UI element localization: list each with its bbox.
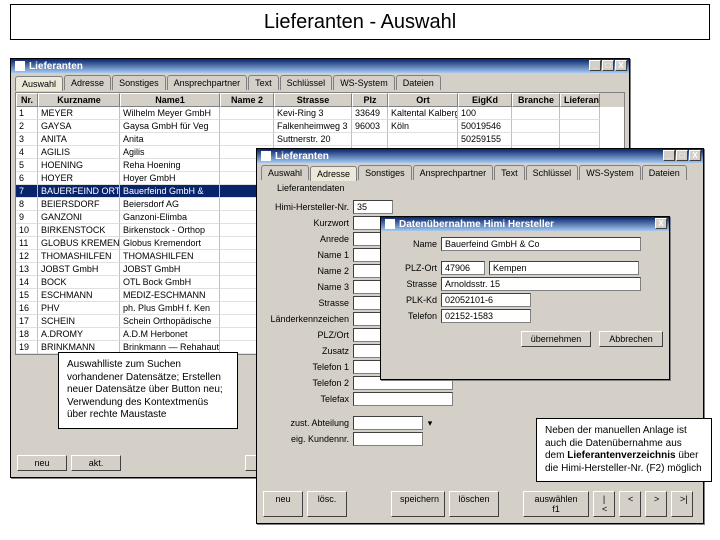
close-icon[interactable]: X xyxy=(689,150,701,161)
minimize-icon[interactable]: _ xyxy=(589,60,601,71)
label-himi-name: Name xyxy=(387,239,437,249)
uebernehmen-button[interactable]: übernehmen xyxy=(521,331,591,347)
first-button[interactable]: |< xyxy=(593,491,615,517)
callout-right-bold: Lieferantenverzeichnis xyxy=(567,450,675,461)
input-himi[interactable]: 35 xyxy=(353,200,393,214)
col-name1[interactable]: Name1 xyxy=(120,93,220,107)
label-strasse: Strasse xyxy=(263,298,349,308)
tab-dateien[interactable]: Dateien xyxy=(396,75,441,90)
label-zusatz: Zusatz xyxy=(263,346,349,356)
label-name1: Name 1 xyxy=(263,250,349,260)
col-nr[interactable]: Nr. xyxy=(16,93,38,107)
save-button[interactable]: speichern xyxy=(391,491,445,517)
label-zustabt: zust. Abteilung xyxy=(263,418,349,428)
col-lieferante[interactable]: Lieferante xyxy=(560,93,600,107)
col-branche[interactable]: Branche xyxy=(512,93,560,107)
tab-adresse[interactable]: Adresse xyxy=(310,166,357,181)
callout-left: Auswahlliste zum Suchen vorhandener Date… xyxy=(58,352,238,429)
tab-ansprechpartner[interactable]: Ansprechpartner xyxy=(413,165,494,180)
table-row[interactable]: 2GAYSAGaysa GmbH für VegFalkenheimweg 39… xyxy=(16,120,624,133)
tab-sonstiges[interactable]: Sonstiges xyxy=(358,165,412,180)
prev-button[interactable]: < xyxy=(619,491,641,517)
label-himi-tel: Telefon xyxy=(387,311,437,321)
app-icon xyxy=(15,61,25,71)
label-tel1: Telefon 1 xyxy=(263,362,349,372)
titlebar-list: Lieferanten _ □ X xyxy=(11,59,629,73)
col-eigkd[interactable]: EigKd xyxy=(458,93,512,107)
minimize-icon[interactable]: _ xyxy=(663,150,675,161)
label-himi-plkd: PLK-Kd xyxy=(387,295,437,305)
input-fax[interactable] xyxy=(353,392,453,406)
groupbox-label: Lieferantendaten xyxy=(277,183,345,193)
input-himi-plkd[interactable]: 02052101-6 xyxy=(441,293,531,307)
callout-right: Neben der manuellen Anlage ist auch die … xyxy=(536,418,712,482)
tab-adresse[interactable]: Adresse xyxy=(64,75,111,90)
dropdown-icon[interactable]: ▾ xyxy=(427,418,433,429)
label-name3: Name 3 xyxy=(263,282,349,292)
tab-sonstiges[interactable]: Sonstiges xyxy=(112,75,166,90)
label-land: Länderkennzeichen xyxy=(263,314,349,324)
col-strasse[interactable]: Strasse xyxy=(274,93,352,107)
label-fax: Telefax xyxy=(263,394,349,404)
page-title: Lieferanten - Auswahl xyxy=(10,4,710,40)
tab-wssystem[interactable]: WS-System xyxy=(333,75,395,90)
input-zustabt[interactable] xyxy=(353,416,423,430)
titlebar-form: Lieferanten _ □ X xyxy=(257,149,703,163)
titlebar-himi: Datenübernahme Himi Hersteller X xyxy=(381,217,669,231)
abbrechen-button[interactable]: Abbrechen xyxy=(599,331,663,347)
next-button[interactable]: > xyxy=(645,491,667,517)
tab-text[interactable]: Text xyxy=(494,165,525,180)
label-himi-strasse: Strasse xyxy=(387,279,437,289)
app-icon xyxy=(385,219,395,229)
neu-button[interactable]: neu xyxy=(263,491,303,517)
input-eigkd[interactable] xyxy=(353,432,423,446)
col-kurzname[interactable]: Kurzname xyxy=(38,93,120,107)
tab-auswahl[interactable]: Auswahl xyxy=(15,76,63,91)
label-eigkd: eig. Kundennr. xyxy=(263,434,349,444)
tab-schluessel[interactable]: Schlüssel xyxy=(526,165,579,180)
label-name2: Name 2 xyxy=(263,266,349,276)
app-icon xyxy=(261,151,271,161)
maximize-icon[interactable]: □ xyxy=(676,150,688,161)
label-kurzwort: Kurzwort xyxy=(263,218,349,228)
input-land[interactable] xyxy=(353,312,383,326)
tabs-list: Auswahl Adresse Sonstiges Ansprechpartne… xyxy=(11,73,629,90)
input-himi-strasse[interactable]: Arnoldsstr. 15 xyxy=(441,277,641,291)
last-button[interactable]: >| xyxy=(671,491,693,517)
window-himi-hersteller: Datenübernahme Himi Hersteller X Name Bau… xyxy=(380,216,670,380)
col-ort[interactable]: Ort xyxy=(388,93,458,107)
table-row[interactable]: 1MEYERWilhelm Meyer GmbHKevi-Ring 333649… xyxy=(16,107,624,120)
tab-ansprechpartner[interactable]: Ansprechpartner xyxy=(167,75,248,90)
label-himi-plzort: PLZ-Ort xyxy=(387,263,437,273)
akt-button[interactable]: akt. xyxy=(71,455,121,471)
tab-wssystem[interactable]: WS-System xyxy=(579,165,641,180)
input-himi-tel[interactable]: 02152-1583 xyxy=(441,309,531,323)
titlebar-list-text: Lieferanten xyxy=(29,61,83,72)
label-tel2: Telefon 2 xyxy=(263,378,349,388)
label-plzort: PLZ/Ort xyxy=(263,330,349,340)
tab-schluessel[interactable]: Schlüssel xyxy=(280,75,333,90)
tab-text[interactable]: Text xyxy=(248,75,279,90)
close-icon[interactable]: X xyxy=(615,60,627,71)
label-anrede: Anrede xyxy=(263,234,349,244)
tabs-form: Auswahl Adresse Sonstiges Ansprechpartne… xyxy=(257,163,703,180)
table-row[interactable]: 3ANITAAnitaSuttnerstr. 2050259155 xyxy=(16,133,624,146)
grid-header: Nr. Kurzname Name1 Name 2 Strasse Plz Or… xyxy=(16,93,624,107)
close-icon[interactable]: X xyxy=(655,218,667,229)
titlebar-himi-text: Datenübernahme Himi Hersteller xyxy=(399,219,554,230)
input-himi-ort[interactable]: Kempen xyxy=(489,261,639,275)
titlebar-form-text: Lieferanten xyxy=(275,151,329,162)
tab-dateien[interactable]: Dateien xyxy=(642,165,687,180)
delete-button[interactable]: lösc. xyxy=(307,491,347,517)
auswaehlen-button[interactable]: auswählen f1 xyxy=(523,491,589,517)
cancel-button[interactable]: löschen xyxy=(449,491,499,517)
input-himi-name[interactable]: Bauerfeind GmbH & Co xyxy=(441,237,641,251)
col-name2[interactable]: Name 2 xyxy=(220,93,274,107)
neu-button[interactable]: neu xyxy=(17,455,67,471)
maximize-icon[interactable]: □ xyxy=(602,60,614,71)
col-plz[interactable]: Plz xyxy=(352,93,388,107)
tab-auswahl[interactable]: Auswahl xyxy=(261,165,309,180)
input-himi-plz[interactable]: 47906 xyxy=(441,261,485,275)
label-himi: Himi-Hersteller-Nr. xyxy=(263,202,349,212)
